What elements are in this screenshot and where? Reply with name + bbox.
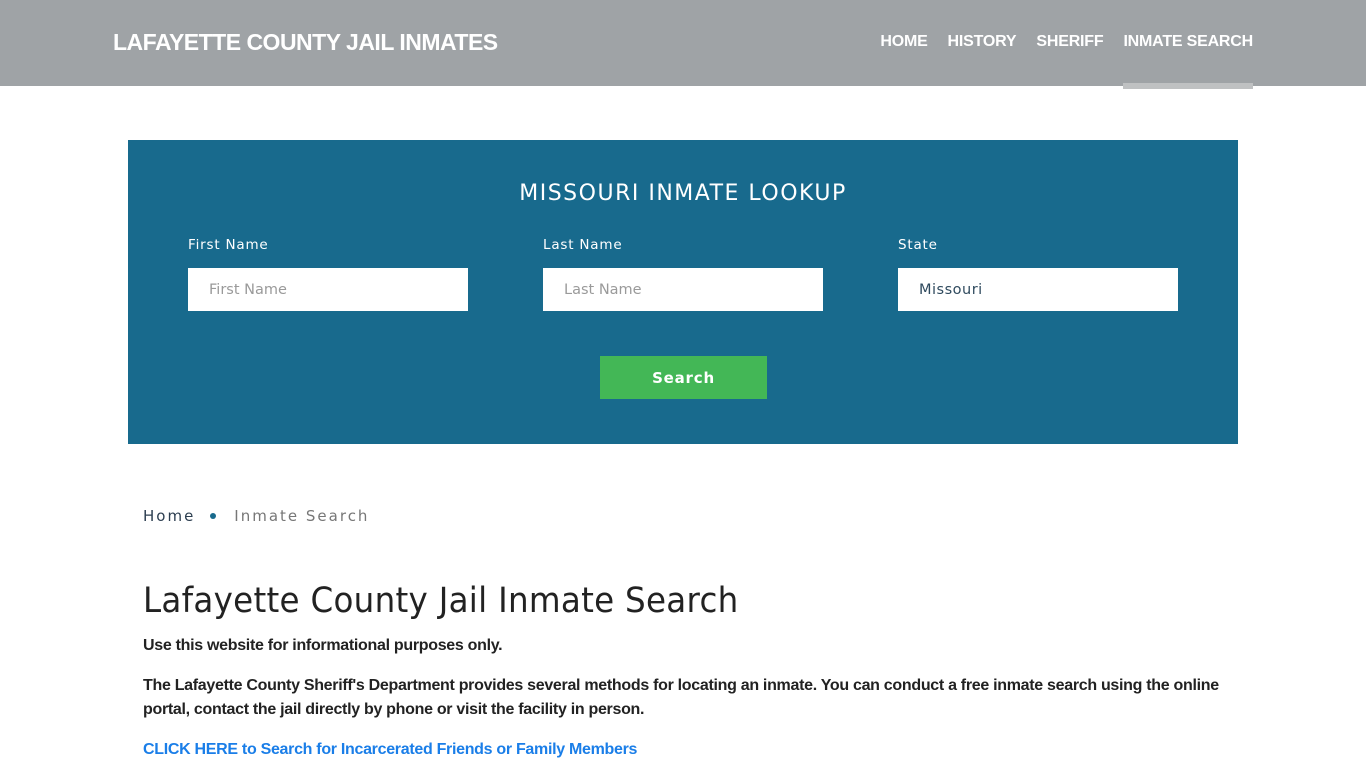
state-input[interactable] <box>898 268 1178 311</box>
last-name-label: Last Name <box>543 237 623 253</box>
intro-paragraph: The Lafayette County Sheriff's Departmen… <box>143 677 1219 718</box>
last-name-input[interactable] <box>543 268 823 311</box>
breadcrumb-separator-dot <box>210 513 217 519</box>
nav-inmate-search[interactable]: INMATE SEARCH <box>1123 33 1253 89</box>
site-brand-link[interactable]: LAFAYETTE COUNTY JAIL INMATES <box>113 29 498 56</box>
first-name-input[interactable] <box>188 268 468 311</box>
lookup-title: MISSOURI INMATE LOOKUP <box>519 181 847 206</box>
first-name-group: First Name <box>188 236 468 311</box>
state-label: State <box>898 237 938 253</box>
disclaimer-text: Use this website for informational purpo… <box>143 637 503 654</box>
nav-sheriff[interactable]: SHERIFF <box>1036 33 1103 51</box>
breadcrumb-home[interactable]: Home <box>143 507 195 525</box>
breadcrumb: Home Inmate Search <box>143 507 369 525</box>
first-name-label: First Name <box>188 237 269 253</box>
page-title: Lafayette County Jail Inmate Search <box>143 581 739 621</box>
search-button[interactable]: Search <box>600 356 767 399</box>
nav-home[interactable]: HOME <box>880 33 927 51</box>
last-name-group: Last Name <box>543 236 823 311</box>
nav-history[interactable]: HISTORY <box>948 33 1017 51</box>
search-family-link[interactable]: CLICK HERE to Search for Incarcerated Fr… <box>143 738 637 762</box>
site-header: LAFAYETTE COUNTY JAIL INMATES HOME HISTO… <box>0 0 1366 89</box>
breadcrumb-current: Inmate Search <box>234 507 370 525</box>
main-nav: HOME HISTORY SHERIFF INMATE SEARCH <box>880 33 1253 89</box>
state-group: State <box>898 236 1178 311</box>
